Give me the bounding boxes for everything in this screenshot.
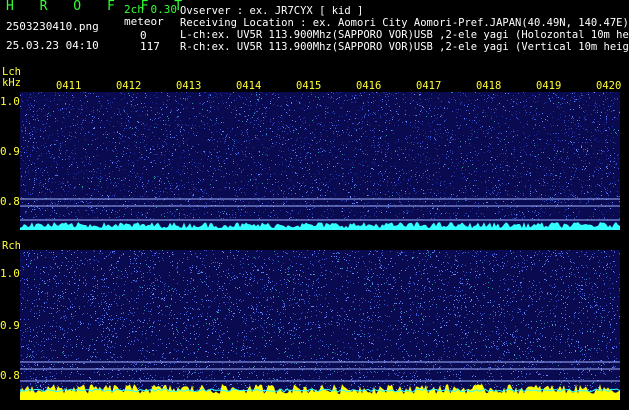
lch-info-line: L-ch:ex. UV5R 113.900Mhz(SAPPORO VOR)USB… [180,29,629,41]
rch-ytick-1-0: 1.0 [0,267,20,280]
time-tick-0414: 0414 [236,80,262,92]
meteor-label: meteor [124,15,164,28]
lch-spectrogram [20,92,620,230]
time-tick-0420: 0420 [596,80,622,92]
lch-ytick-1-0: 1.0 [0,95,20,108]
time-tick-0417: 0417 [416,80,442,92]
rch-ytick-0-8: 0.8 [0,369,20,382]
khz-label: kHz [2,77,21,89]
time-tick-0415: 0415 [296,80,322,92]
observer-line: Ovserver : ex. JR7CYX [ kid ] [180,5,364,17]
meteor-count-b: 117 [140,40,160,53]
lch-spectrogram-svg [20,92,620,230]
lch-ytick-0-8: 0.8 [0,195,20,208]
location-line: Receiving Location : ex. Aomori City Aom… [180,17,629,29]
lch-ytick-0-9: 0.9 [0,145,20,158]
rch-label: Rch [2,240,21,252]
rch-ytick-0-9: 0.9 [0,319,20,332]
rch-spectrogram-svg [20,250,620,400]
time-tick-0412: 0412 [116,80,142,92]
file-name: 2503230410.png [6,20,99,33]
time-tick-0419: 0419 [536,80,562,92]
rch-spectrogram [20,250,620,400]
time-tick-0416: 0416 [356,80,382,92]
rch-info-line: R-ch:ex. UV5R 113.900Mhz(SAPPORO VOR)USB… [180,41,629,53]
station-info: Ovserver : ex. JR7CYX [ kid ] Receiving … [180,5,629,53]
datetime: 25.03.23 04:10 [6,39,99,52]
time-tick-0418: 0418 [476,80,502,92]
time-tick-0413: 0413 [176,80,202,92]
time-tick-0411: 0411 [56,80,82,92]
